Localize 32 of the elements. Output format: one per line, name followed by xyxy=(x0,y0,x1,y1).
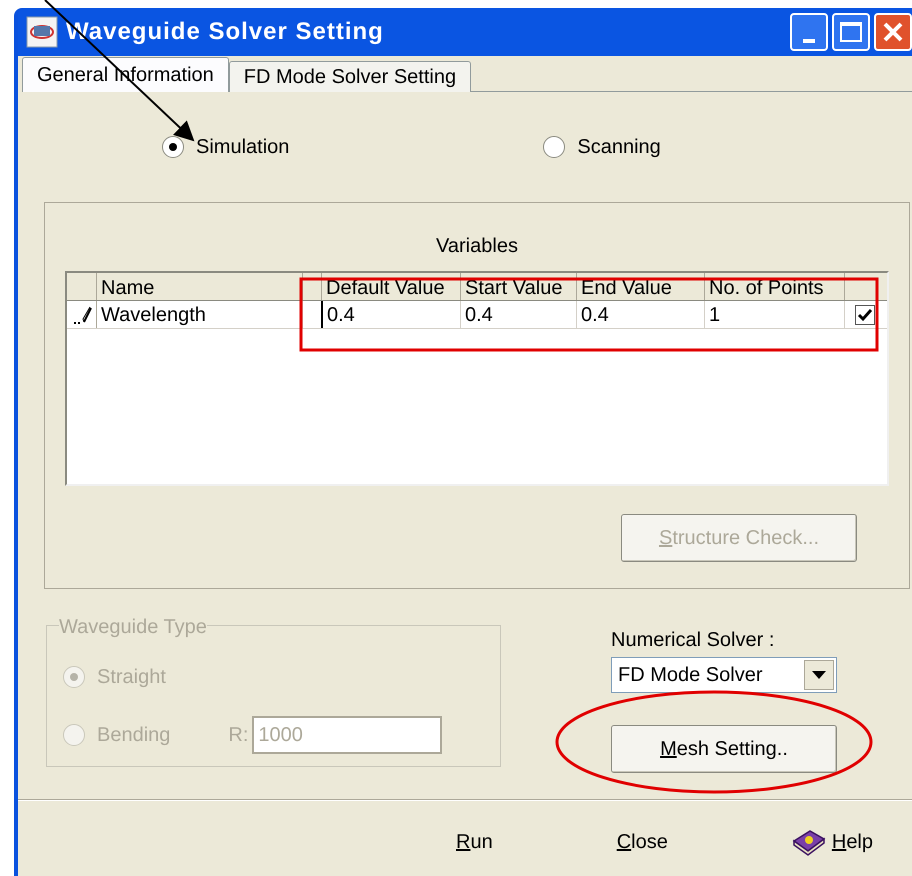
field-label: Numerical Solver : xyxy=(611,628,776,653)
row-checkbox[interactable] xyxy=(855,304,875,324)
column-header: Start Value xyxy=(464,276,564,300)
mesh-setting-button[interactable]: Mesh Setting.. xyxy=(611,725,837,773)
table-cell-text: Wavelength xyxy=(100,302,207,328)
minimize-button[interactable] xyxy=(790,13,828,51)
close-button[interactable] xyxy=(874,13,912,51)
panel-title: Variables xyxy=(436,234,518,259)
radio-button[interactable] xyxy=(162,136,184,158)
help-button[interactable]: Help xyxy=(762,820,904,864)
radio-label: Bending xyxy=(97,723,170,748)
tab[interactable]: FD Mode Solver Setting xyxy=(228,61,472,92)
radio-label: Simulation xyxy=(196,135,290,160)
column-header: End Value xyxy=(580,276,673,300)
footer-button[interactable]: Close xyxy=(586,820,698,864)
radio-label: Straight xyxy=(97,665,166,690)
table-cell-text: 0.4 xyxy=(464,302,494,328)
table-cell-text: 0.4 xyxy=(326,302,356,328)
table-cell-text: 1 xyxy=(708,302,722,328)
table-cell-text: 0.4 xyxy=(580,302,610,328)
radio-button[interactable] xyxy=(543,136,566,158)
field-label: R: xyxy=(228,723,248,748)
app-icon xyxy=(26,16,58,48)
radio-label: Scanning xyxy=(577,135,661,160)
column-header: Default Value xyxy=(325,276,446,300)
close-icon xyxy=(882,21,904,43)
pencil-icon xyxy=(72,304,94,324)
column-header: Name xyxy=(100,276,156,300)
footer-button[interactable]: Run xyxy=(426,820,523,864)
column-header: No. of Points xyxy=(708,276,825,300)
maximize-button[interactable] xyxy=(832,13,870,51)
solver-dropdown[interactable]: FD Mode Solver xyxy=(611,657,837,693)
